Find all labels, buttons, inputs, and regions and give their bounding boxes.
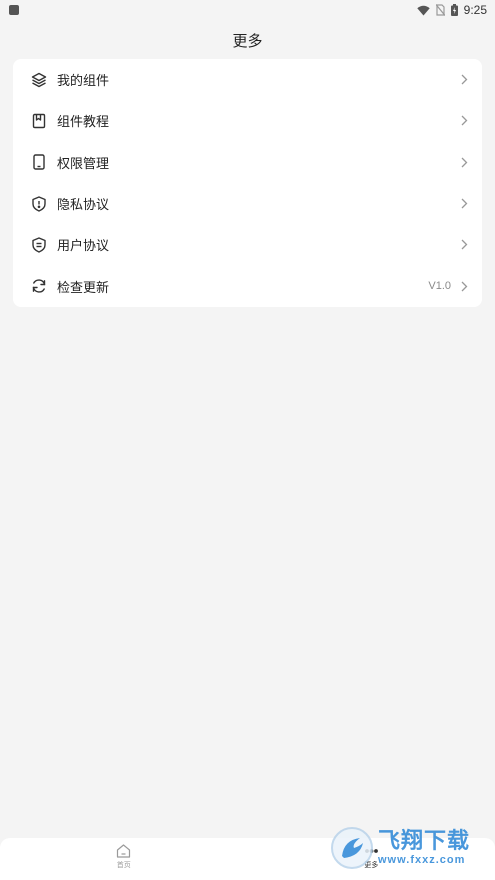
- watermark: 飞翔下载 www.fxxz.com: [330, 823, 490, 873]
- menu-item-permission-management[interactable]: 权限管理: [13, 142, 482, 183]
- version-label: V1.0: [428, 280, 451, 293]
- nav-item-home[interactable]: 首页: [64, 844, 184, 870]
- shield-doc-icon: [30, 236, 48, 254]
- bookmark-book-icon: [30, 112, 48, 130]
- chevron-right-icon: [459, 238, 469, 252]
- menu-item-privacy-policy[interactable]: 隐私协议: [13, 183, 482, 224]
- home-icon: [116, 844, 131, 858]
- phone-device-icon: [30, 153, 48, 171]
- chevron-right-icon: [459, 73, 469, 87]
- status-left: [9, 5, 19, 15]
- status-bar: 9:25: [0, 0, 495, 20]
- shield-alert-icon: [30, 195, 48, 213]
- chevron-right-icon: [459, 279, 469, 293]
- menu-item-label: 用户协议: [57, 239, 110, 255]
- menu-item-widget-tutorial[interactable]: 组件教程: [13, 100, 482, 141]
- no-sim-icon: [435, 4, 445, 16]
- watermark-text: 飞翔下载 www.fxxz.com: [378, 829, 471, 867]
- watermark-title: 飞翔下载: [378, 829, 471, 854]
- chevron-right-icon: [459, 197, 469, 211]
- layers-icon: [30, 71, 48, 89]
- page-title: 更多: [232, 31, 263, 50]
- notification-icon: [9, 5, 19, 15]
- menu-item-label: 组件教程: [57, 115, 110, 131]
- menu-item-user-agreement[interactable]: 用户协议: [13, 224, 482, 265]
- menu-item-label: 隐私协议: [57, 198, 110, 214]
- watermark-logo-icon: [331, 827, 373, 869]
- menu-item-label: 我的组件: [57, 74, 110, 90]
- status-right: 9:25: [416, 3, 487, 17]
- menu-item-my-widgets[interactable]: 我的组件: [13, 59, 482, 100]
- menu-item-label: 检查更新: [57, 280, 110, 296]
- wifi-icon: [416, 5, 430, 16]
- chevron-right-icon: [459, 155, 469, 169]
- refresh-icon: [30, 277, 48, 295]
- menu-item-check-update[interactable]: 检查更新 V1.0: [13, 265, 482, 306]
- battery-icon: [450, 4, 458, 16]
- watermark-url: www.fxxz.com: [378, 854, 466, 866]
- screen: 9:25 更多 我的组件 组件教程 权限管理 隐私协议 用户协议 检查更新 V1…: [0, 0, 495, 880]
- chevron-right-icon: [459, 114, 469, 128]
- header: 更多: [0, 22, 495, 58]
- menu-item-label: 权限管理: [57, 156, 110, 172]
- nav-label-home: 首页: [116, 861, 131, 869]
- menu-card: 我的组件 组件教程 权限管理 隐私协议 用户协议 检查更新 V1.0: [13, 59, 482, 307]
- clock: 9:25: [463, 3, 487, 17]
